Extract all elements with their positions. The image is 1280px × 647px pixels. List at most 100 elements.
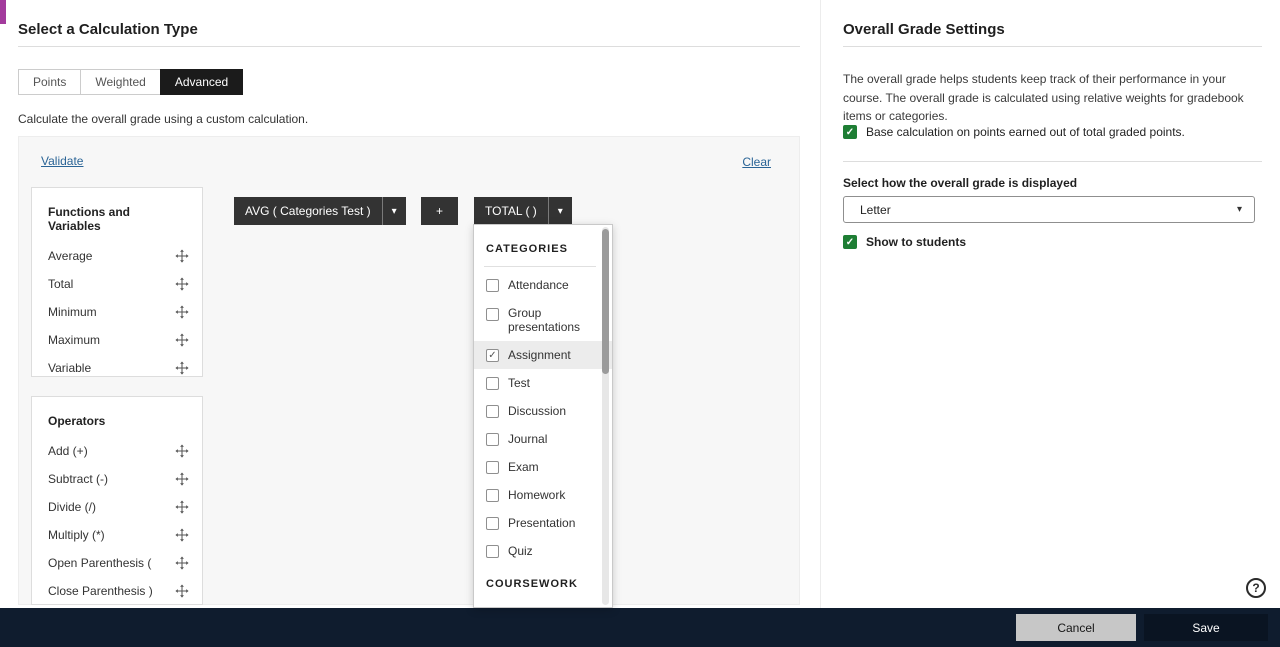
chevron-down-icon[interactable]: ▾ xyxy=(547,197,572,225)
category-option-presentation[interactable]: Presentation xyxy=(484,509,596,537)
option-label: Attendance xyxy=(508,278,569,292)
operator-item-add[interactable]: Add (+) xyxy=(32,437,202,465)
checkbox[interactable] xyxy=(486,516,499,530)
operator-item-open-paren[interactable]: Open Parenthesis ( xyxy=(32,549,202,577)
checkbox[interactable] xyxy=(486,488,499,502)
checkbox[interactable] xyxy=(486,278,499,292)
plus-operator-chip[interactable]: + xyxy=(421,197,458,225)
total-categories-dropdown: CATEGORIES Attendance Group presentation… xyxy=(473,224,613,608)
function-item-minimum[interactable]: Minimum xyxy=(32,298,202,326)
coursework-section-header: COURSEWORK xyxy=(486,578,578,590)
calculation-canvas: Validate Clear Functions and Variables A… xyxy=(18,136,800,605)
move-icon[interactable] xyxy=(175,472,189,486)
move-icon[interactable] xyxy=(175,500,189,514)
display-mode-label: Select how the overall grade is displaye… xyxy=(843,176,1078,190)
category-option-attendance[interactable]: Attendance xyxy=(484,271,596,299)
move-icon[interactable] xyxy=(175,249,189,263)
option-label: Discussion xyxy=(508,404,567,418)
function-item-maximum[interactable]: Maximum xyxy=(32,326,202,354)
checkbox[interactable] xyxy=(486,308,499,321)
help-icon[interactable]: ? xyxy=(1246,578,1266,598)
checkbox[interactable] xyxy=(486,544,499,558)
tab-points[interactable]: Points xyxy=(18,69,82,95)
operator-item-multiply[interactable]: Multiply (*) xyxy=(32,521,202,549)
clear-link[interactable]: Clear xyxy=(742,155,771,169)
category-option-homework[interactable]: Homework xyxy=(484,481,596,509)
total-chip[interactable]: TOTAL ( ) ▾ xyxy=(474,197,572,225)
move-icon[interactable] xyxy=(175,305,189,319)
dropdown-content: CATEGORIES Attendance Group presentation… xyxy=(474,225,612,607)
option-label: Journal xyxy=(508,432,548,446)
move-icon[interactable] xyxy=(175,361,189,375)
select-value: Letter xyxy=(860,202,891,217)
overall-grade-description: The overall grade helps students keep tr… xyxy=(843,72,1244,124)
option-label: Presentation xyxy=(508,516,576,530)
accent-bar xyxy=(0,0,6,24)
checkbox[interactable] xyxy=(486,376,499,390)
move-icon[interactable] xyxy=(175,556,189,570)
operator-label: Multiply (*) xyxy=(48,528,105,542)
operator-item-subtract[interactable]: Subtract (-) xyxy=(32,465,202,493)
base-calculation-checkbox-row[interactable]: ✓ Base calculation on points earned out … xyxy=(843,125,1253,140)
operator-label: Divide (/) xyxy=(48,500,97,514)
calculation-description: Calculate the overall grade using a cust… xyxy=(18,112,309,126)
option-label: Exam xyxy=(508,460,539,474)
function-item-total[interactable]: Total xyxy=(32,270,202,298)
grade-display-select[interactable]: Letter ▾ xyxy=(843,196,1255,223)
scrollbar-thumb[interactable] xyxy=(602,229,609,374)
move-icon[interactable] xyxy=(175,444,189,458)
show-to-students-label: Show to students xyxy=(866,235,966,249)
checkbox[interactable] xyxy=(486,432,499,446)
operator-label: Close Parenthesis ) xyxy=(48,584,153,598)
option-label: Homework xyxy=(508,488,566,502)
cancel-button[interactable]: Cancel xyxy=(1016,614,1136,641)
checkbox[interactable] xyxy=(486,404,499,418)
option-label: Assignment xyxy=(508,348,571,362)
checkbox[interactable] xyxy=(486,460,499,474)
panel-divider xyxy=(820,0,821,608)
validate-link[interactable]: Validate xyxy=(41,154,83,168)
operator-label: Add (+) xyxy=(48,444,88,458)
chevron-down-icon: ▾ xyxy=(1236,204,1242,215)
total-chip-label: TOTAL ( ) xyxy=(485,204,537,218)
move-icon[interactable] xyxy=(175,528,189,542)
category-option-journal[interactable]: Journal xyxy=(484,425,596,453)
category-option-exam[interactable]: Exam xyxy=(484,453,596,481)
category-option-quiz[interactable]: Quiz xyxy=(484,537,596,565)
move-icon[interactable] xyxy=(175,277,189,291)
save-button[interactable]: Save xyxy=(1144,614,1268,641)
settings-divider xyxy=(843,161,1262,162)
operator-item-close-paren[interactable]: Close Parenthesis ) xyxy=(32,577,202,604)
functions-panel: Functions and Variables Average Total Mi… xyxy=(31,187,203,377)
checkbox-checked[interactable]: ✓ xyxy=(843,235,857,249)
operator-item-divide[interactable]: Divide (/) xyxy=(32,493,202,521)
option-label: Test xyxy=(508,376,531,390)
show-to-students-checkbox-row[interactable]: ✓ Show to students xyxy=(843,235,966,250)
function-label: Variable xyxy=(48,361,92,375)
function-item-average[interactable]: Average xyxy=(32,242,202,270)
move-icon[interactable] xyxy=(175,584,189,598)
category-option-test[interactable]: Test xyxy=(484,369,596,397)
category-option-group-presentations[interactable]: Group presentations xyxy=(484,299,596,341)
tab-advanced[interactable]: Advanced xyxy=(159,69,244,95)
checkbox-checked[interactable]: ✓ xyxy=(486,348,499,362)
function-item-variable[interactable]: Variable xyxy=(32,354,202,376)
option-label: Quiz xyxy=(508,544,533,558)
function-label: Total xyxy=(48,277,74,291)
calculation-type-tabs: Points Weighted Advanced xyxy=(18,69,244,95)
operator-label: Subtract (-) xyxy=(48,472,109,486)
plus-chip-label: + xyxy=(435,204,443,218)
left-title-divider xyxy=(18,46,800,47)
checkbox-checked[interactable]: ✓ xyxy=(843,125,857,139)
function-label: Maximum xyxy=(48,333,101,347)
functions-panel-title: Functions and Variables xyxy=(48,205,130,233)
tab-weighted[interactable]: Weighted xyxy=(80,69,161,95)
category-option-assignment[interactable]: ✓ Assignment xyxy=(474,341,612,369)
category-option-discussion[interactable]: Discussion xyxy=(484,397,596,425)
option-label: Group presentations xyxy=(508,306,581,334)
move-icon[interactable] xyxy=(175,333,189,347)
avg-chip-label: AVG ( Categories Test ) xyxy=(245,204,371,218)
chevron-down-icon[interactable]: ▾ xyxy=(381,197,406,225)
coursework-option-partial[interactable] xyxy=(484,601,596,607)
avg-categories-chip[interactable]: AVG ( Categories Test ) ▾ xyxy=(234,197,406,225)
